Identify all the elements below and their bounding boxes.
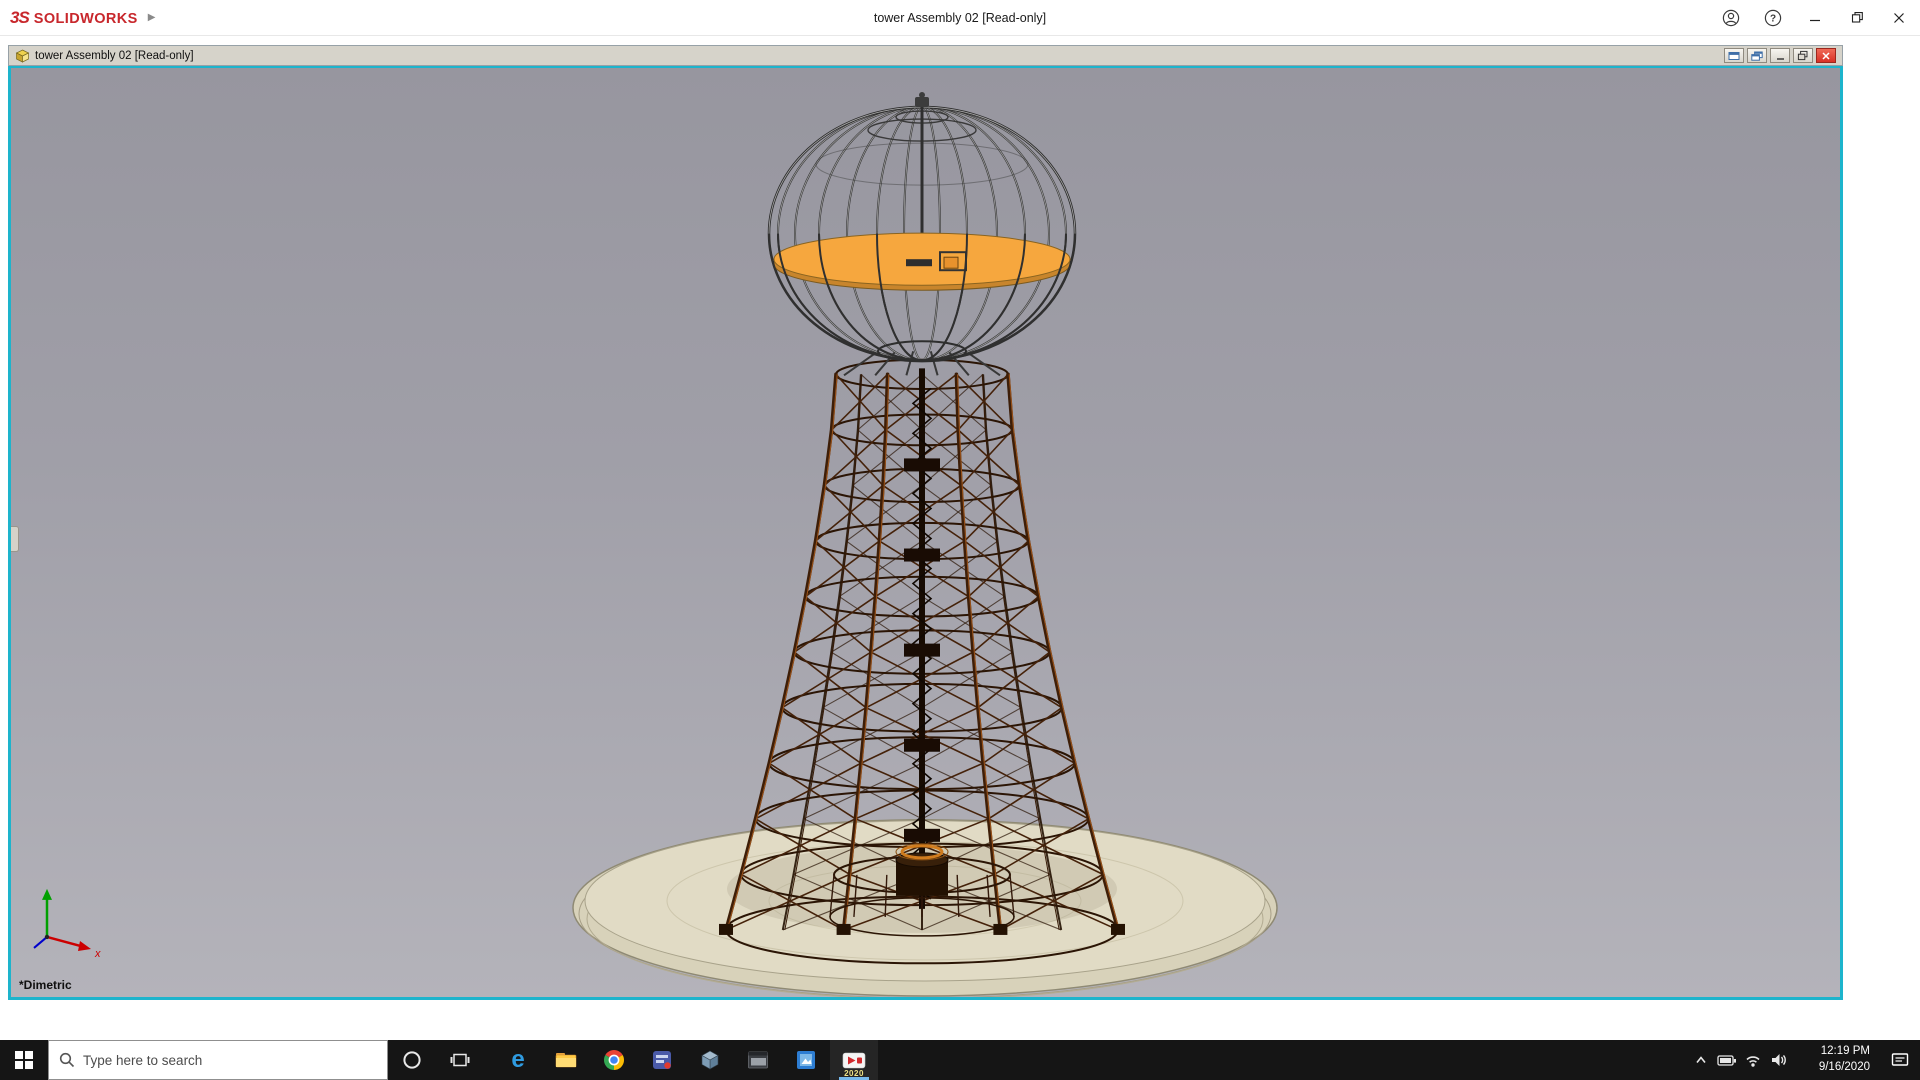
edge-icon: e <box>505 1047 531 1073</box>
clock-date: 9/16/2020 <box>1819 1060 1870 1076</box>
cortana-button[interactable] <box>388 1040 436 1080</box>
child-restore-icon <box>1797 50 1809 61</box>
taskbar-spacer <box>484 1040 494 1080</box>
pinned-app-icon-1 <box>651 1049 673 1071</box>
wifi-icon <box>1743 1051 1763 1069</box>
cortana-icon <box>402 1050 422 1070</box>
child-restore-button[interactable] <box>1793 48 1813 63</box>
child-minimize-button[interactable] <box>1770 48 1790 63</box>
brand-name: SOLIDWORKS <box>34 11 138 27</box>
minimize-icon <box>1809 12 1821 24</box>
taskbar-search-box[interactable]: Type here to search <box>48 1040 388 1080</box>
windows-logo-icon <box>15 1051 33 1069</box>
child-view-button-1[interactable] <box>1724 48 1744 63</box>
file-explorer-icon <box>555 1051 577 1069</box>
app-window-title: tower Assembly 02 [Read-only] <box>874 0 1046 36</box>
svg-text:e: e <box>511 1047 524 1073</box>
pinned-app-button-2[interactable] <box>734 1040 782 1080</box>
minimize-button[interactable] <box>1794 0 1836 36</box>
photos-button[interactable] <box>782 1040 830 1080</box>
photos-icon <box>795 1049 817 1071</box>
assembly-document-icon <box>15 49 30 63</box>
task-view-icon <box>450 1051 470 1069</box>
start-button[interactable] <box>0 1040 48 1080</box>
child-close-icon <box>1821 51 1831 61</box>
view-orientation-label: *Dimetric <box>19 978 72 992</box>
account-icon <box>1722 9 1740 27</box>
document-title: tower Assembly 02 [Read-only] <box>35 50 194 62</box>
volume-tray-button[interactable] <box>1766 1040 1792 1080</box>
svg-text:?: ? <box>1770 13 1776 24</box>
child-close-button[interactable] <box>1816 48 1836 63</box>
solidworks-logo: 3S SOLIDWORKS <box>0 8 138 28</box>
action-center-button[interactable] <box>1880 1040 1920 1080</box>
restore-button[interactable] <box>1836 0 1878 36</box>
child-minimize-icon <box>1775 50 1786 61</box>
battery-icon <box>1717 1051 1737 1069</box>
cad-viewer-button[interactable] <box>686 1040 734 1080</box>
chrome-icon <box>603 1049 625 1071</box>
child-view-button-2[interactable] <box>1747 48 1767 63</box>
orientation-triad: x <box>34 889 101 960</box>
taskbar-clock[interactable]: 12:19 PM 9/16/2020 <box>1792 1040 1880 1080</box>
pinned-app-button-1[interactable] <box>638 1040 686 1080</box>
network-tray-button[interactable] <box>1740 1040 1766 1080</box>
app-titlebar: 3S SOLIDWORKS ▶ tower Assembly 02 [Read-… <box>0 0 1920 36</box>
menu-expand-arrow-icon[interactable]: ▶ <box>148 12 156 23</box>
3d-model-canvas[interactable]: x <box>11 68 1840 997</box>
task-view-button[interactable] <box>436 1040 484 1080</box>
speaker-icon <box>1769 1051 1789 1069</box>
cascade-windows-icon <box>1751 51 1763 61</box>
help-icon: ? <box>1764 9 1782 27</box>
document-window: tower Assembly 02 [Read-only] <box>8 45 1843 1000</box>
file-explorer-button[interactable] <box>542 1040 590 1080</box>
dome-cage <box>769 92 1075 375</box>
battery-tray-button[interactable] <box>1714 1040 1740 1080</box>
search-icon <box>59 1052 75 1068</box>
brand-mark: 3S <box>10 8 29 28</box>
svg-text:x: x <box>94 948 101 960</box>
cad-cube-icon <box>699 1049 721 1071</box>
action-center-icon <box>1890 1051 1910 1069</box>
close-button[interactable] <box>1878 0 1920 36</box>
document-titlebar[interactable]: tower Assembly 02 [Read-only] <box>8 45 1843 66</box>
account-button[interactable] <box>1710 0 1752 36</box>
window-pane-icon <box>1728 51 1740 61</box>
help-button[interactable]: ? <box>1752 0 1794 36</box>
solidworks-app-button[interactable]: 2020 <box>830 1040 878 1080</box>
feature-panel-expand-tab[interactable] <box>11 526 19 552</box>
restore-icon <box>1851 11 1864 24</box>
app-window-icon <box>747 1050 769 1070</box>
search-placeholder: Type here to search <box>83 1053 202 1068</box>
windows-taskbar: Type here to search e <box>0 1040 1920 1080</box>
clock-time: 12:19 PM <box>1821 1044 1870 1060</box>
close-icon <box>1893 12 1905 24</box>
graphics-viewport[interactable]: x *Dimetric <box>8 66 1843 1000</box>
edge-button[interactable]: e <box>494 1040 542 1080</box>
chrome-button[interactable] <box>590 1040 638 1080</box>
solidworks-app-icon <box>842 1052 866 1069</box>
tray-expand-button[interactable] <box>1688 1040 1714 1080</box>
chevron-up-icon <box>1694 1054 1708 1066</box>
